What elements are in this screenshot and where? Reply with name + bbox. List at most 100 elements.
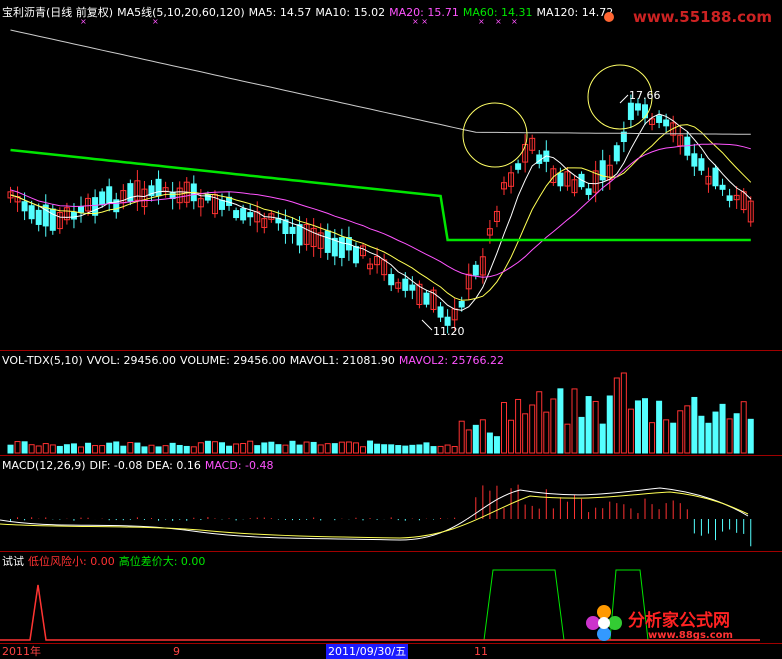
volume-bar: [204, 440, 211, 454]
volume-bar: [352, 442, 359, 454]
volume-bar: [663, 419, 670, 454]
volume-bar: [92, 445, 99, 454]
candle-body: [247, 212, 254, 218]
candle-body: [296, 224, 303, 246]
date-label-month-9: 9: [173, 645, 180, 658]
volume-bar: [592, 400, 599, 454]
volume-bar: [42, 443, 49, 454]
volume-bar: [219, 442, 225, 454]
volume-bar: [254, 445, 261, 454]
volume-bar: [719, 403, 726, 454]
ma10-line: [10, 124, 752, 301]
volume-bar: [437, 445, 444, 454]
volume-bar: [63, 444, 70, 454]
volume-indicator-name[interactable]: VOL-TDX(5,10): [2, 354, 83, 367]
volume-bar: [268, 441, 275, 454]
volume-bar: [585, 396, 592, 454]
volume-bars[interactable]: [7, 372, 754, 454]
volume-bar: [78, 446, 84, 454]
volume-bar: [56, 445, 63, 454]
candle-body: [726, 195, 733, 201]
candle-body: [472, 264, 479, 276]
candle-body: [663, 119, 670, 127]
volume-bar: [85, 442, 92, 454]
ma120-line: [10, 29, 751, 135]
volume-bar: [7, 444, 14, 454]
candle-body: [627, 102, 634, 120]
vvol-value: VVOL: 29456.00: [86, 354, 177, 367]
volume-bar: [388, 444, 395, 454]
volume-bar: [627, 408, 634, 454]
volume-bar: [501, 402, 507, 454]
volume-bar: [35, 445, 42, 454]
volume-bar: [233, 443, 240, 454]
candle-body: [240, 208, 247, 221]
candle-body: [712, 167, 719, 187]
candle-body: [557, 172, 564, 187]
high-circle-1: [462, 102, 528, 168]
volume-bar: [296, 444, 303, 454]
volume-bar: [261, 442, 268, 454]
candle-body: [409, 284, 416, 291]
high-pointer: [619, 94, 629, 104]
volume-bar: [197, 442, 204, 454]
mavol1-value: MAVOL1: 21081.90: [289, 354, 395, 367]
dif-value: DIF: -0.08: [89, 459, 143, 472]
volume-bar: [162, 445, 169, 454]
candle-body: [423, 292, 430, 305]
candle-body: [49, 208, 56, 231]
volume-bar: [571, 388, 578, 454]
volume-bar: [70, 443, 77, 454]
volume-bar: [134, 442, 141, 454]
candle-body: [106, 186, 113, 204]
volume-bar: [331, 443, 338, 454]
macd-chart[interactable]: [0, 484, 752, 547]
volume-bar: [747, 418, 754, 454]
date-cursor-label[interactable]: 2011/09/30/五: [326, 644, 409, 659]
volume-bar: [726, 418, 733, 454]
volume-bar: [211, 441, 218, 454]
volume-bar: [409, 444, 416, 454]
volume-bar: [99, 445, 106, 454]
volume-bar: [649, 422, 656, 454]
volume-bar: [599, 423, 606, 454]
macd-legend: MACD(12,26,9) DIF: -0.08 DEA: 0.16 MACD: -0…: [2, 459, 278, 472]
macd-indicator-name[interactable]: MACD(12,26,9): [2, 459, 86, 472]
signal-indicator-name[interactable]: 试试: [2, 555, 24, 568]
volume-bar: [691, 396, 698, 454]
volume-bar: [698, 415, 705, 454]
volume-bar: [550, 398, 557, 454]
logo-title: 分析家公式网: [628, 611, 730, 631]
volume-bar: [402, 445, 409, 454]
volume-bar: [705, 422, 712, 454]
candle-body: [634, 103, 641, 111]
volume-legend: VOL-TDX(5,10) VVOL: 29456.00 VOLUME: 29456…: [2, 354, 508, 367]
volume-bar: [712, 411, 719, 454]
panel-frames: [0, 350, 782, 644]
date-label-month-11: 11: [474, 645, 488, 658]
high-price-label: 17.66: [629, 89, 661, 102]
volume-bar: [176, 444, 183, 454]
volume-bar: [451, 446, 458, 454]
volume-bar: [141, 446, 148, 454]
volume-bar: [493, 436, 500, 454]
macd-value: MACD: -0.48: [204, 459, 274, 472]
candle-body: [21, 201, 28, 212]
volume-bar: [275, 444, 282, 454]
volume-bar: [486, 432, 493, 454]
volume-bar: [670, 422, 677, 454]
logo-url: www.88gs.com: [648, 630, 733, 641]
candle-body: [719, 184, 726, 190]
stock-chart-window[interactable]: 17.66 11.20 宝利沥青(日线 前复权) MA5线(5,10,20,60,…: [0, 0, 782, 659]
volume-bar: [374, 443, 381, 454]
volume-bar: [423, 442, 430, 454]
candle-body: [78, 206, 84, 213]
volume-bar: [642, 398, 648, 454]
candle-body: [35, 209, 42, 225]
volume-bar: [338, 441, 345, 454]
candle-body: [599, 160, 606, 181]
candle-body: [458, 300, 465, 308]
volume-bar: [190, 446, 197, 454]
volume-bar: [324, 443, 331, 454]
candle-body: [338, 237, 345, 258]
